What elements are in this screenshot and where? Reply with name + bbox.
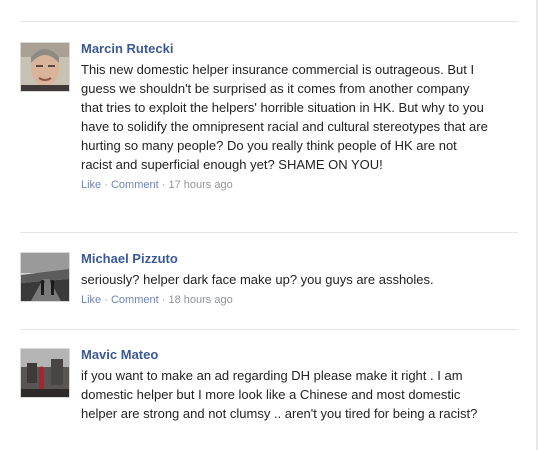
- comment-text: seriously? helper dark face make up? you…: [81, 272, 434, 287]
- comment-divider: [20, 232, 518, 233]
- comment-author-link[interactable]: Marcin Rutecki: [81, 40, 491, 58]
- comment-text: if you want to make an ad regarding DH p…: [81, 368, 478, 421]
- comment-text: This new domestic helper insurance comme…: [81, 62, 488, 172]
- like-link[interactable]: Like: [81, 179, 101, 191]
- comments-feed: Marcin Rutecki This new domestic helper …: [0, 0, 538, 450]
- comment-divider: [20, 329, 518, 330]
- comment-author-link[interactable]: Mavic Mateo: [81, 346, 491, 364]
- comment-divider: [20, 21, 518, 22]
- comment-actions: Like · Comment · 17 hours ago: [81, 177, 491, 193]
- comment-timestamp[interactable]: 17 hours ago: [168, 179, 232, 191]
- user-avatar-portrait-icon: [21, 43, 69, 91]
- avatar[interactable]: [20, 348, 70, 398]
- meta-separator: ·: [104, 179, 108, 191]
- avatar[interactable]: [20, 42, 70, 92]
- user-avatar-road-icon: [21, 253, 69, 301]
- like-link[interactable]: Like: [81, 294, 101, 306]
- previous-comment-actions-cutoff: [80, 0, 290, 6]
- comment-link[interactable]: Comment: [111, 294, 159, 306]
- comment-author-link[interactable]: Michael Pizzuto: [81, 250, 491, 268]
- meta-separator: ·: [161, 294, 166, 306]
- comment-link[interactable]: Comment: [111, 179, 159, 191]
- avatar[interactable]: [20, 252, 70, 302]
- comment-actions: Like · Comment · 18 hours ago: [81, 292, 491, 308]
- user-avatar-street-icon: [21, 349, 69, 397]
- meta-separator: ·: [104, 294, 108, 306]
- comment-timestamp[interactable]: 18 hours ago: [168, 294, 232, 306]
- meta-separator: ·: [161, 179, 166, 191]
